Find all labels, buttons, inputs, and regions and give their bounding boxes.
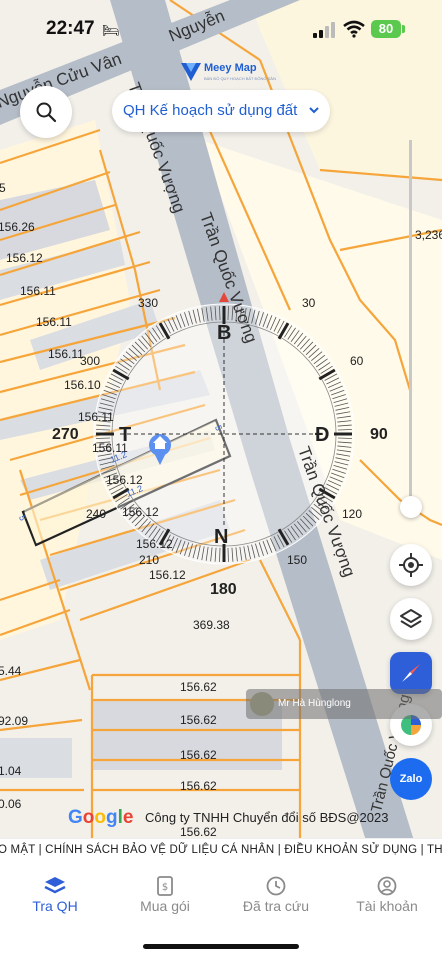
parcel-label: 1.04 (0, 764, 22, 778)
parcel-label: 156.12 (136, 537, 173, 551)
receipt-dollar-icon: $ (157, 876, 173, 896)
parcel-label: 156.12 (6, 251, 43, 265)
svg-text:$: $ (162, 882, 168, 893)
policy-ticker[interactable]: O MẬT | CHÍNH SÁCH BẢO VỆ DỮ LIỆU CÁ NHÂ… (0, 838, 442, 862)
opacity-slider-thumb[interactable] (400, 496, 422, 518)
tab-label: Tài khoản (356, 898, 418, 914)
compass-degree: 300 (80, 354, 101, 368)
crosshair-icon (399, 553, 423, 577)
compass-east: Đ (315, 424, 330, 446)
clock-icon (266, 876, 286, 896)
meey-map-logo-icon (181, 63, 201, 81)
cellular-signal-icon (313, 22, 335, 38)
battery-tip (402, 25, 405, 33)
parcel-label: 0.06 (0, 797, 22, 811)
parcel-label: 156.12 (122, 505, 159, 519)
compass-degree: 210 (139, 553, 160, 567)
tab-da-tra-cuu[interactable]: Đã tra cứu (221, 862, 331, 922)
status-bar: 22:47 🛏 80 (0, 0, 442, 60)
google-logo: Google (68, 807, 134, 828)
compass-west: T (119, 424, 132, 446)
compass-degree: 330 (138, 296, 159, 310)
compass-south: N (214, 526, 229, 548)
parcel-label: 156.11 (20, 284, 56, 298)
wifi-icon (343, 20, 365, 38)
parcel-label: 156.12 (149, 568, 186, 582)
parcel-label: 156.11 (48, 347, 84, 361)
battery-indicator: 80 (371, 20, 401, 38)
tab-label: Tra QH (32, 898, 78, 914)
compass-degree: 240 (86, 507, 107, 521)
parcel-label: 156.62 (180, 779, 217, 793)
tab-label: Đã tra cứu (242, 898, 310, 914)
compass-north: B (217, 322, 232, 344)
brand-name: Meey Map (204, 62, 257, 74)
compass-needle-icon (402, 664, 420, 682)
sleep-icon: 🛏 (102, 22, 120, 38)
avatar (250, 692, 274, 716)
parcel-label: 5.44 (0, 664, 22, 678)
parcel-label: 369.38 (193, 618, 230, 632)
tab-tai-khoan[interactable]: Tài khoản (332, 862, 442, 922)
parcel-label: 92.09 (0, 714, 29, 728)
planning-layer-label: QH Kế hoạch sử dụng đất (123, 102, 298, 119)
planning-layer-dropdown[interactable]: QH Kế hoạch sử dụng đất (112, 90, 330, 132)
compass-degree: 30 (302, 296, 316, 310)
parcel-label: 5 (0, 181, 6, 195)
policy-ticker-text[interactable]: O MẬT | CHÍNH SÁCH BẢO VỆ DỮ LIỆU CÁ NHÂ… (0, 844, 442, 856)
my-location-button[interactable] (390, 544, 432, 586)
parcel-label: 156.10 (64, 378, 101, 392)
toast-user-name: Mr Hà Hùnglong (278, 698, 351, 709)
search-button[interactable] (20, 86, 72, 138)
user-icon (377, 876, 397, 896)
user-activity-toast: Mr Hà Hùnglong (246, 689, 442, 719)
compass-degree: 60 (350, 354, 364, 368)
tab-mua-goi[interactable]: $ Mua gói (110, 862, 220, 922)
parcel-label: 156.11 (36, 315, 72, 329)
compass-degree: 150 (287, 553, 308, 567)
parcel-label: 156.62 (180, 713, 217, 727)
search-icon (36, 102, 57, 123)
parcel-label: 156.26 (0, 220, 35, 234)
compass-degree: 90 (370, 426, 388, 443)
brand-logo: Meey Map BẢN ĐỒ QUY HOẠCH BẤT ĐỘNG SẢN (180, 58, 276, 88)
tab-tra-qh[interactable]: Tra QH (0, 862, 110, 922)
parcel-label: 156.11 (78, 410, 114, 424)
parcel-label: 156.62 (180, 680, 217, 694)
compass-degree: 180 (210, 581, 237, 598)
map-layers-button[interactable] (390, 598, 432, 640)
compass-degree: 120 (342, 507, 363, 521)
home-indicator (143, 944, 299, 949)
zalo-chat-button[interactable]: Zalo (390, 758, 432, 800)
opacity-slider-track[interactable] (409, 140, 412, 510)
brand-tagline: BẢN ĐỒ QUY HOẠCH BẤT ĐỘNG SẢN (204, 76, 276, 81)
layers-stack-icon (44, 877, 66, 894)
parcel-label: 156.62 (180, 748, 217, 762)
copyright-text: Công ty TNHH Chuyển đổi số BĐS@2023 (145, 810, 389, 825)
parcel-label: 156.62 (180, 825, 217, 839)
compass-toggle-button[interactable] (390, 652, 432, 694)
chevron-down-icon (309, 107, 319, 114)
compass-degree: 270 (52, 426, 79, 443)
parcel-label: 3,236 (415, 228, 442, 242)
layers-icon (400, 609, 422, 628)
tab-label: Mua gói (140, 898, 190, 914)
status-time: 22:47 (46, 18, 95, 39)
